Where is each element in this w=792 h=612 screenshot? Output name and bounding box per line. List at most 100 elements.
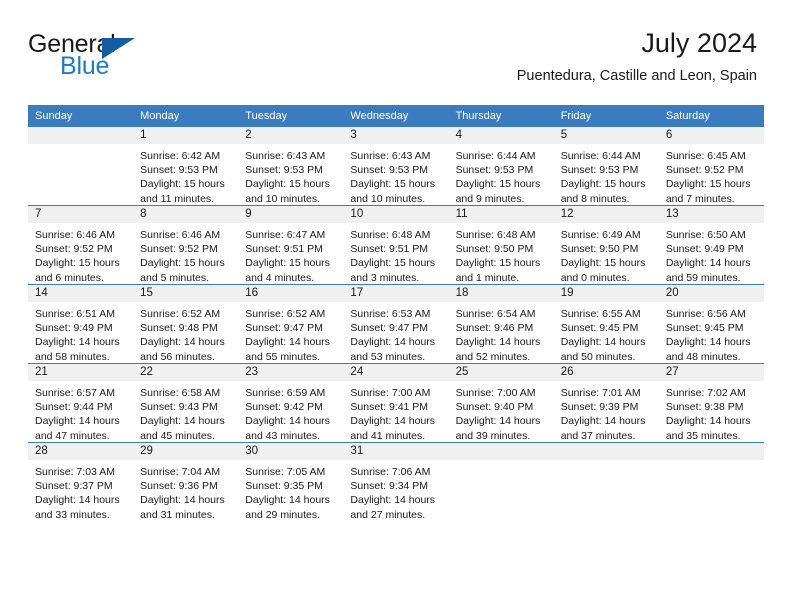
day-details: Sunrise: 6:57 AM Sunset: 9:44 PM Daylight:…	[28, 381, 133, 443]
sunrise-text: Sunrise: 6:49 AM	[560, 229, 641, 241]
calendar-day-cell[interactable]: 6 Sunrise: 6:45 AM Sunset: 9:52 PM Daylight…	[658, 127, 764, 206]
daylight-text: and 29 minutes.	[245, 508, 320, 521]
daylight-text: Daylight: 14 hours	[350, 336, 436, 349]
calendar-day-cell[interactable]: 21 Sunrise: 6:57 AM Sunset: 9:44 PM Dayligh…	[28, 363, 134, 443]
calendar-day-cell[interactable]: 5 Sunrise: 6:44 AM Sunset: 9:53 PM Daylight…	[553, 127, 659, 206]
day-number: 12	[553, 206, 659, 223]
sunset-text: Sunset: 9:35 PM	[245, 480, 323, 493]
daylight-text: Daylight: 14 hours	[665, 415, 751, 428]
calendar-day-cell[interactable]: 14 Sunrise: 6:51 AM Sunset: 9:49 PM Dayligh…	[28, 284, 134, 364]
calendar-day-cell[interactable]: 20 Sunrise: 6:56 AM Sunset: 9:45 PM Dayligh…	[658, 284, 764, 364]
calendar-day-cell[interactable]: 18 Sunrise: 6:54 AM Sunset: 9:46 PM Dayligh…	[448, 284, 554, 364]
daylight-text: and 41 minutes.	[350, 429, 426, 442]
day-cell-inner: 21 Sunrise: 6:57 AM Sunset: 9:44 PM Dayligh…	[28, 364, 134, 443]
calendar-day-cell[interactable]: 17 Sunrise: 6:53 AM Sunset: 9:47 PM Dayligh…	[343, 284, 449, 364]
day-details	[659, 460, 764, 465]
calendar-day-cell[interactable]: 26 Sunrise: 7:01 AM Sunset: 9:39 PM Dayligh…	[553, 363, 659, 443]
daylight-text: and 56 minutes.	[140, 350, 215, 363]
brand-logo[interactable]: General Blue	[28, 30, 228, 86]
day-number: 29	[133, 443, 239, 460]
day-cell-inner: 27 Sunrise: 7:02 AM Sunset: 9:38 PM Dayligh…	[658, 364, 764, 442]
sunrise-text: Sunrise: 6:59 AM	[245, 387, 326, 399]
day-details: Sunrise: 7:05 AM Sunset: 9:35 PM Daylight:…	[238, 460, 343, 522]
calendar-day-cell[interactable]: 13 Sunrise: 6:50 AM Sunset: 9:49 PM Dayligh…	[658, 205, 764, 285]
sunrise-text: Sunrise: 7:06 AM	[350, 466, 431, 478]
sunrise-text: Sunrise: 6:44 AM	[455, 150, 536, 162]
calendar-day-cell[interactable]: 25 Sunrise: 7:00 AM Sunset: 9:40 PM Dayligh…	[448, 363, 554, 443]
day-cell-inner: 23 Sunrise: 6:59 AM Sunset: 9:42 PM Dayligh…	[238, 364, 344, 442]
calendar-day-cell[interactable]: 3 Sunrise: 6:43 AM Sunset: 9:53 PM Daylight…	[343, 127, 449, 206]
sunset-text: Sunset: 9:50 PM	[560, 243, 639, 256]
daylight-text: Daylight: 14 hours	[350, 415, 436, 428]
calendar-day-cell[interactable]: 29 Sunrise: 7:04 AM Sunset: 9:36 PM Dayligh…	[133, 442, 239, 521]
calendar-week-row: 1 Sunrise: 6:42 AM Sunset: 9:53 PM Daylight…	[28, 127, 764, 206]
daylight-text: Daylight: 15 hours	[35, 257, 120, 270]
daylight-text: and 8 minutes.	[560, 192, 630, 205]
sunset-text: Sunset: 9:43 PM	[140, 401, 218, 414]
day-number: 11	[448, 206, 554, 223]
day-number: 10	[343, 206, 449, 223]
day-number	[553, 443, 659, 460]
calendar-day-cell[interactable]: 31 Sunrise: 7:06 AM Sunset: 9:34 PM Dayligh…	[343, 442, 449, 522]
sunrise-text: Sunrise: 6:53 AM	[350, 308, 431, 320]
calendar-page: General Blue July 2024 Puentedura, Casti…	[0, 0, 792, 612]
day-number	[448, 443, 554, 460]
daylight-text: and 45 minutes.	[140, 429, 215, 442]
calendar-day-cell[interactable]: 15 Sunrise: 6:52 AM Sunset: 9:48 PM Dayligh…	[133, 284, 239, 364]
sunset-text: Sunset: 9:45 PM	[665, 322, 744, 335]
day-details: Sunrise: 7:06 AM Sunset: 9:34 PM Daylight:…	[343, 460, 448, 522]
daylight-text: Daylight: 15 hours	[245, 257, 330, 270]
calendar-day-cell[interactable]: 30 Sunrise: 7:05 AM Sunset: 9:35 PM Dayligh…	[238, 442, 344, 522]
day-details: Sunrise: 6:45 AM Sunset: 9:52 PM Daylight:…	[659, 144, 764, 206]
calendar-day-cell[interactable]: 12 Sunrise: 6:49 AM Sunset: 9:50 PM Dayligh…	[553, 205, 659, 285]
day-cell-inner: 3 Sunrise: 6:43 AM Sunset: 9:53 PM Daylight…	[343, 127, 449, 205]
calendar-day-cell[interactable]: 28 Sunrise: 7:03 AM Sunset: 9:37 PM Dayligh…	[28, 442, 134, 522]
calendar-day-cell[interactable]: 4 Sunrise: 6:44 AM Sunset: 9:53 PM Daylight…	[448, 127, 554, 206]
daylight-text: and 31 minutes.	[140, 508, 215, 521]
sunrise-text: Sunrise: 6:43 AM	[350, 150, 431, 162]
day-details: Sunrise: 6:54 AM Sunset: 9:46 PM Daylight:…	[449, 302, 554, 364]
sunset-text: Sunset: 9:51 PM	[245, 243, 323, 256]
calendar-day-cell[interactable]: 22 Sunrise: 6:58 AM Sunset: 9:43 PM Dayligh…	[133, 363, 239, 443]
day-cell-inner	[28, 127, 134, 205]
day-cell-inner	[553, 443, 659, 521]
sunset-text: Sunset: 9:49 PM	[35, 322, 113, 335]
sunset-text: Sunset: 9:34 PM	[350, 480, 429, 493]
calendar-day-cell[interactable]: 7 Sunrise: 6:46 AM Sunset: 9:52 PM Daylight…	[28, 205, 134, 285]
day-cell-inner: 8 Sunrise: 6:46 AM Sunset: 9:52 PM Daylight…	[133, 206, 239, 284]
sunset-text: Sunset: 9:39 PM	[560, 401, 639, 414]
calendar-day-cell[interactable]: 19 Sunrise: 6:55 AM Sunset: 9:45 PM Dayligh…	[553, 284, 659, 364]
sunset-text: Sunset: 9:53 PM	[245, 164, 323, 177]
calendar-day-cell[interactable]: 10 Sunrise: 6:48 AM Sunset: 9:51 PM Dayligh…	[343, 205, 449, 285]
sunrise-text: Sunrise: 6:55 AM	[560, 308, 641, 320]
day-cell-inner: 11 Sunrise: 6:48 AM Sunset: 9:50 PM Dayligh…	[448, 206, 554, 284]
day-cell-inner: 7 Sunrise: 6:46 AM Sunset: 9:52 PM Daylight…	[28, 206, 134, 284]
day-number: 17	[343, 285, 449, 302]
calendar-day-cell[interactable]: 23 Sunrise: 6:59 AM Sunset: 9:42 PM Dayligh…	[238, 363, 344, 443]
calendar-day-cell[interactable]: 9 Sunrise: 6:47 AM Sunset: 9:51 PM Daylight…	[238, 205, 344, 285]
sunrise-text: Sunrise: 7:00 AM	[455, 387, 536, 399]
calendar-day-cell[interactable]: 24 Sunrise: 7:00 AM Sunset: 9:41 PM Dayligh…	[343, 363, 449, 443]
daylight-text: and 11 minutes.	[140, 192, 215, 205]
weekday-header-sunday: Sunday	[28, 105, 134, 127]
calendar-day-cell-empty	[658, 442, 764, 521]
day-details: Sunrise: 7:03 AM Sunset: 9:37 PM Daylight:…	[28, 460, 133, 522]
day-details	[554, 460, 659, 465]
day-number: 25	[448, 364, 554, 381]
calendar-day-cell[interactable]: 2 Sunrise: 6:43 AM Sunset: 9:53 PM Daylight…	[238, 127, 344, 206]
calendar-day-cell[interactable]: 16 Sunrise: 6:52 AM Sunset: 9:47 PM Dayligh…	[238, 284, 344, 364]
calendar-day-cell[interactable]: 1 Sunrise: 6:42 AM Sunset: 9:53 PM Daylight…	[133, 127, 239, 206]
sunrise-text: Sunrise: 6:48 AM	[350, 229, 431, 241]
calendar-day-cell[interactable]: 8 Sunrise: 6:46 AM Sunset: 9:52 PM Daylight…	[133, 205, 239, 285]
calendar-day-cell[interactable]: 27 Sunrise: 7:02 AM Sunset: 9:38 PM Dayligh…	[658, 363, 764, 443]
day-details: Sunrise: 6:48 AM Sunset: 9:51 PM Daylight:…	[343, 223, 448, 285]
daylight-text: and 53 minutes.	[350, 350, 426, 363]
day-number: 23	[238, 364, 344, 381]
sunset-text: Sunset: 9:52 PM	[665, 164, 744, 177]
daylight-text: Daylight: 14 hours	[455, 415, 541, 428]
day-number: 9	[238, 206, 344, 223]
calendar-day-cell[interactable]: 11 Sunrise: 6:48 AM Sunset: 9:50 PM Dayligh…	[448, 205, 554, 285]
sunset-text: Sunset: 9:52 PM	[140, 243, 218, 256]
daylight-text: Daylight: 15 hours	[350, 178, 436, 191]
page-subtitle: Puentedura, Castille and Leon, Spain	[516, 68, 757, 84]
